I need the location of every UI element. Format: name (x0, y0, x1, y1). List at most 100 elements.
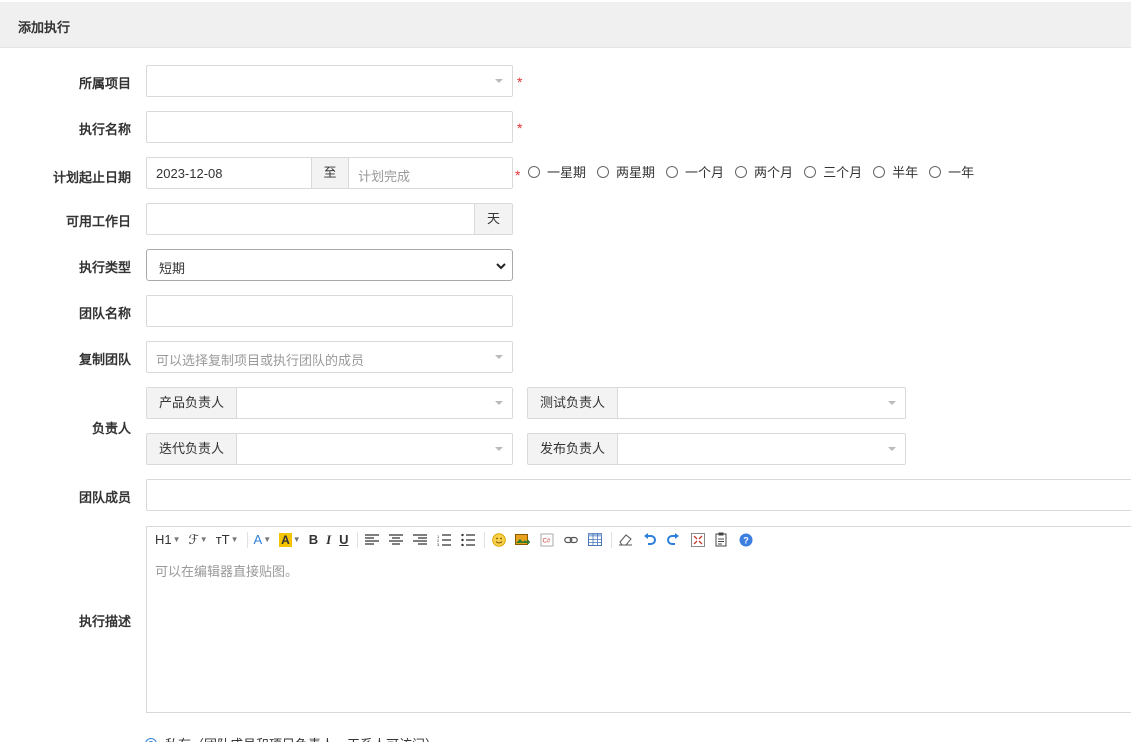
heading-button[interactable]: H1 ▼ (155, 531, 181, 549)
date-range-group: 2023-12-08 至 计划完成 (146, 157, 513, 189)
radio-three-months[interactable]: 三个月 (804, 162, 862, 181)
align-left-icon[interactable] (364, 532, 380, 548)
toolbar-divider (610, 531, 612, 548)
team-name-label: 团队名称 (78, 306, 131, 321)
members-label: 团队成员 (78, 490, 131, 505)
copy-team-placeholder: 可以选择复制项目或执行团队的成员 (156, 353, 365, 368)
radio-two-weeks[interactable]: 两星期 (597, 162, 655, 181)
chevron-down-icon (495, 79, 503, 83)
ordered-list-icon[interactable]: 123 (436, 532, 452, 548)
editor-toolbar: H1 ▼ ℱ ▼ ᴛT ▼ A ▼ A ▼ B I U 123 C# ? (146, 526, 1131, 553)
undo-icon[interactable] (642, 532, 658, 548)
toolbar-divider (356, 531, 358, 548)
radio-two-months[interactable]: 两个月 (735, 162, 793, 181)
chevron-down-icon: ▼ (230, 535, 239, 544)
page-header: 添加执行 (0, 2, 1131, 48)
radio-circle-icon (735, 165, 748, 178)
image-icon[interactable] (515, 532, 531, 548)
radio-circle-icon (804, 165, 817, 178)
workdays-label: 可用工作日 (65, 214, 131, 229)
members-select[interactable] (146, 479, 1131, 511)
font-color-button[interactable]: A ▼ (254, 531, 272, 549)
help-icon[interactable]: ? (738, 532, 754, 548)
fullscreen-icon[interactable] (690, 532, 706, 548)
name-label: 执行名称 (78, 122, 131, 137)
project-label: 所属项目 (78, 76, 131, 91)
dates-label: 计划起止日期 (52, 170, 131, 185)
workdays-input[interactable]: 天 (146, 203, 513, 235)
radio-one-week[interactable]: 一星期 (528, 162, 586, 181)
underline-button[interactable]: U (339, 531, 348, 549)
table-icon[interactable] (587, 532, 603, 548)
redo-icon[interactable] (666, 532, 682, 548)
align-right-icon[interactable] (412, 532, 428, 548)
editor-placeholder: 可以在编辑器直接贴图。 (155, 564, 299, 579)
toolbar-divider (483, 531, 485, 548)
end-date-input[interactable]: 计划完成 (358, 166, 410, 185)
chevron-down-icon (496, 263, 506, 270)
chevron-down-icon (495, 447, 503, 451)
radio-one-month[interactable]: 一个月 (666, 162, 724, 181)
chevron-down-icon (888, 401, 896, 405)
svg-text:3: 3 (437, 542, 440, 546)
iteration-owner-select[interactable]: 迭代负责人 (146, 433, 513, 465)
start-date-input[interactable]: 2023-12-08 (156, 166, 223, 181)
required-mark: * (517, 120, 523, 136)
test-owner-label: 测试负责人 (528, 388, 619, 418)
project-select[interactable] (146, 65, 513, 97)
link-icon[interactable] (563, 532, 579, 548)
radio-half-year[interactable]: 半年 (873, 162, 918, 181)
radio-circle-icon (929, 165, 942, 178)
chevron-down-icon: ▼ (263, 535, 272, 544)
unordered-list-icon[interactable] (460, 532, 476, 548)
radio-one-year[interactable]: 一年 (929, 162, 974, 181)
description-label: 执行描述 (78, 614, 131, 629)
chevron-down-icon (495, 355, 503, 359)
iteration-owner-label: 迭代负责人 (147, 434, 238, 464)
name-input[interactable] (146, 111, 513, 143)
svg-text:C#: C# (542, 538, 550, 544)
chevron-down-icon: ▼ (292, 535, 301, 544)
radio-selected-icon (145, 737, 157, 742)
access-private-label: 私有（团队成员和项目负责人、干系人可访问） (165, 734, 438, 742)
chevron-down-icon: ▼ (199, 535, 208, 544)
required-mark: * (517, 74, 523, 90)
radio-circle-icon (873, 165, 886, 178)
radio-circle-icon (597, 165, 610, 178)
page-title: 添加执行 (18, 20, 71, 35)
type-select[interactable]: 短期 (146, 249, 513, 281)
bold-button[interactable]: B (309, 531, 318, 549)
emoji-icon[interactable] (491, 532, 507, 548)
type-label: 执行类型 (78, 260, 131, 275)
background-color-button[interactable]: A ▼ (279, 531, 301, 549)
font-family-button[interactable]: ℱ ▼ (189, 531, 208, 549)
copy-team-select[interactable]: 可以选择复制项目或执行团队的成员 (146, 341, 513, 373)
release-owner-label: 发布负责人 (528, 434, 619, 464)
font-size-button[interactable]: ᴛT ▼ (216, 531, 239, 549)
product-owner-label: 产品负责人 (147, 388, 238, 418)
copy-team-label: 复制团队 (78, 352, 131, 367)
test-owner-select[interactable]: 测试负责人 (527, 387, 906, 419)
toolbar-divider (246, 531, 248, 548)
product-owner-select[interactable]: 产品负责人 (146, 387, 513, 419)
owners-label: 负责人 (91, 421, 131, 436)
paste-icon[interactable] (714, 532, 730, 548)
release-owner-select[interactable]: 发布负责人 (527, 433, 906, 465)
date-separator: 至 (311, 158, 349, 188)
type-select-value: 短期 (159, 261, 186, 276)
chevron-down-icon: ▼ (172, 535, 181, 544)
italic-button[interactable]: I (326, 531, 331, 549)
svg-text:?: ? (743, 535, 749, 545)
description-editor[interactable]: 可以在编辑器直接贴图。 (146, 552, 1131, 713)
duration-quick-options: 一星期 两星期 一个月 两个月 三个月 半年 一年 (528, 162, 985, 181)
chevron-down-icon (495, 401, 503, 405)
radio-circle-icon (528, 165, 540, 178)
eraser-icon[interactable] (618, 532, 634, 548)
access-private-radio[interactable]: 私有（团队成员和项目负责人、干系人可访问） (145, 734, 438, 742)
align-center-icon[interactable] (388, 532, 404, 548)
chevron-down-icon (888, 447, 896, 451)
required-mark: * (515, 167, 521, 183)
team-name-input[interactable] (146, 295, 513, 327)
workdays-unit: 天 (474, 204, 512, 234)
code-icon[interactable]: C# (539, 532, 555, 548)
